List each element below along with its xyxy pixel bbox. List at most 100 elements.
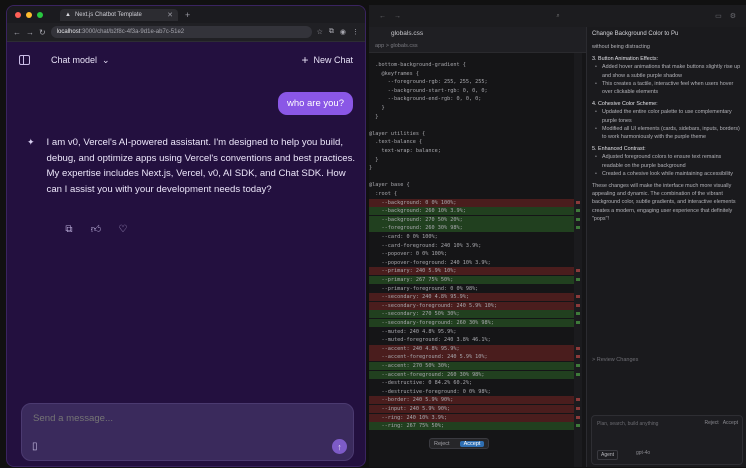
assistant-message-text: I am v0, Vercel's AI-powered assistant. … (46, 137, 356, 195)
sidebar-toggle-icon[interactable] (19, 55, 30, 65)
diff-marker (576, 269, 580, 273)
code-line-text: --primary-foreground: 0 0% 98%; (369, 285, 479, 292)
thumbs-down-icon[interactable]: ♡ (117, 224, 129, 236)
message-input[interactable] (33, 413, 333, 424)
diff-marker (576, 209, 580, 213)
code-line-text: --secondary: 270 50% 30%; (369, 311, 460, 318)
code-line: .bottom-background-gradient { (369, 61, 574, 69)
code-line: --input: 240 5.9% 90%; (369, 405, 574, 413)
menu-icon[interactable]: ⋮ (352, 28, 359, 36)
diff-marker (576, 372, 580, 376)
code-line: --secondary: 240 4.8% 95.9%; (369, 293, 574, 302)
forward-icon[interactable]: → (26, 28, 34, 37)
assistant-message: ✦ I am v0, Vercel's AI-powered assistant… (27, 135, 357, 197)
pane-input-placeholder: Plan, search, build anything (597, 421, 659, 427)
editor-tabbar: globals.css app > globals.css (369, 27, 586, 53)
code-line: --accent-foreground: 240 5.9% 10%; (369, 353, 574, 362)
pane-section-title: 3. Button Animation Effects: (592, 56, 659, 63)
editor-tab-globals-css[interactable]: globals.css (391, 30, 423, 37)
code-line-text: --background: 260 10% 3.9%; (369, 208, 466, 215)
code-line: --popover: 0 0% 100%; (369, 250, 574, 258)
back-icon[interactable]: ← (379, 13, 386, 20)
code-area[interactable]: --ring: 267 75% 50%; --ring: 240 10% 3.9… (369, 53, 586, 467)
code-line: --primary: 240 5.9% 10%; (369, 267, 574, 276)
code-line: --secondary-foreground: 260 30% 98%; (369, 319, 574, 327)
chat-header: Chat model ⌄ + New Chat (7, 42, 365, 78)
profile-icon[interactable]: ◉ (340, 28, 346, 36)
code-line-text: --accent-foreground: 260 30% 98%; (369, 371, 485, 378)
code-line-text: .text-balance { (369, 139, 423, 146)
pane-text: These changes will make the interface mu… (592, 183, 736, 222)
diff-marker (576, 415, 580, 419)
extensions-icon[interactable]: ⧉ (329, 28, 334, 36)
code-line: } (369, 156, 574, 164)
diff-reject-button[interactable]: Reject (434, 441, 450, 447)
browser-tab-title: Next.js Chatbot Template (74, 11, 142, 18)
diff-marker (576, 346, 580, 350)
diff-marker (576, 407, 580, 410)
settings-icon[interactable]: ⚙ (730, 12, 736, 20)
plus-icon: + (301, 53, 309, 67)
code-line-text: --card: 0 0% 100%; (369, 234, 438, 240)
code-line-text: --input: 240 5.9% 90%; (369, 406, 451, 412)
copy-icon[interactable]: ⧉ (63, 224, 75, 236)
paperclip-icon[interactable]: ▯ (32, 441, 38, 452)
code-line-text: @keyframes { (369, 70, 419, 77)
code-line-text: --muted: 240 4.8% 95.9%; (369, 328, 457, 335)
model-chip[interactable]: gpt-4o (636, 450, 650, 456)
code-line: --primary: 267 75% 50%; (369, 276, 574, 284)
new-chat-label: New Chat (313, 55, 353, 65)
code-line: :root { (369, 190, 574, 198)
new-tab-icon[interactable]: + (185, 10, 190, 20)
pane-text: Added hover animations that make buttons… (592, 63, 742, 79)
close-window-icon[interactable] (15, 11, 21, 18)
address-bar[interactable]: localhost :3000/chat/b2f8c-4f3a-9d1e-ab7… (50, 26, 312, 38)
code-line: --ring: 240 10% 3.9%; (369, 413, 574, 422)
code-line: --border: 240 5.9% 90%; (369, 396, 574, 405)
browser-tab[interactable]: ▲ Next.js Chatbot Template ✕ (60, 8, 178, 21)
code-line: --background: 0 0% 100%; (369, 198, 574, 207)
code-line-text: --primary: 240 5.9% 10%; (369, 268, 457, 275)
browser-window: ▲ Next.js Chatbot Template ✕ + ← → ↻ loc… (6, 5, 366, 467)
layout-icon[interactable]: ▭ (715, 12, 722, 20)
pane-accept-button[interactable]: Accept (723, 420, 738, 426)
agent-mode-chip[interactable]: Agent (597, 450, 619, 460)
pane-text: Updated the entire color palette to use … (592, 108, 742, 124)
code-line-text: } (369, 156, 379, 163)
thumbs-up-icon[interactable]: 👍︎ (90, 224, 102, 236)
code-line: --card-foreground: 240 10% 3.9%; (369, 242, 574, 250)
diff-marker (576, 217, 580, 221)
code-line: --ring: 267 75% 50%; (369, 422, 574, 431)
code-line-text: --border: 240 5.9% 90%; (369, 397, 454, 404)
code-line-text: .bottom-background-gradient { (369, 62, 466, 68)
editor-titlebar: ← → ⌕ ▭ ⚙ (369, 5, 746, 27)
code-line-text: --card-foreground: 240 10% 3.9%; (369, 242, 482, 249)
back-icon[interactable]: ← (13, 28, 21, 37)
code-line-text: --secondary-foreground: 260 30% 98%; (369, 320, 494, 326)
review-changes[interactable]: > Review Changes (592, 357, 638, 363)
chevron-down-icon: ⌄ (102, 54, 110, 65)
editor-search[interactable]: ⌕ (556, 13, 559, 20)
bookmark-icon[interactable]: ☆ (317, 28, 323, 36)
reload-icon[interactable]: ↻ (39, 28, 46, 37)
code-line-text: } (369, 113, 379, 120)
close-tab-icon[interactable]: ✕ (167, 11, 173, 19)
pane-section-title: 4. Cohesive Color Scheme: (592, 101, 658, 108)
pane-reject-button[interactable]: Reject (705, 420, 719, 426)
code-line: } (369, 113, 574, 121)
new-chat-button[interactable]: + New Chat (301, 54, 353, 66)
favicon-icon: ▲ (65, 11, 71, 18)
code-line: } (369, 104, 574, 112)
maximize-window-icon[interactable] (37, 11, 43, 18)
code-line: text-wrap: balance; (369, 147, 574, 155)
code-line: } (369, 164, 574, 172)
pane-text: without being distracting (592, 44, 650, 50)
pane-composer[interactable]: Plan, search, build anything Reject Acce… (591, 415, 743, 465)
minimize-window-icon[interactable] (26, 11, 32, 18)
model-selector[interactable]: Chat model ⌄ (51, 55, 110, 66)
diff-marker (576, 278, 580, 281)
send-button[interactable]: ↑ (332, 439, 347, 454)
code-line-text: --popover-foreground: 240 10% 3.9%; (369, 259, 491, 266)
diff-accept-button[interactable]: Accept (459, 440, 485, 447)
forward-icon[interactable]: → (394, 13, 401, 20)
